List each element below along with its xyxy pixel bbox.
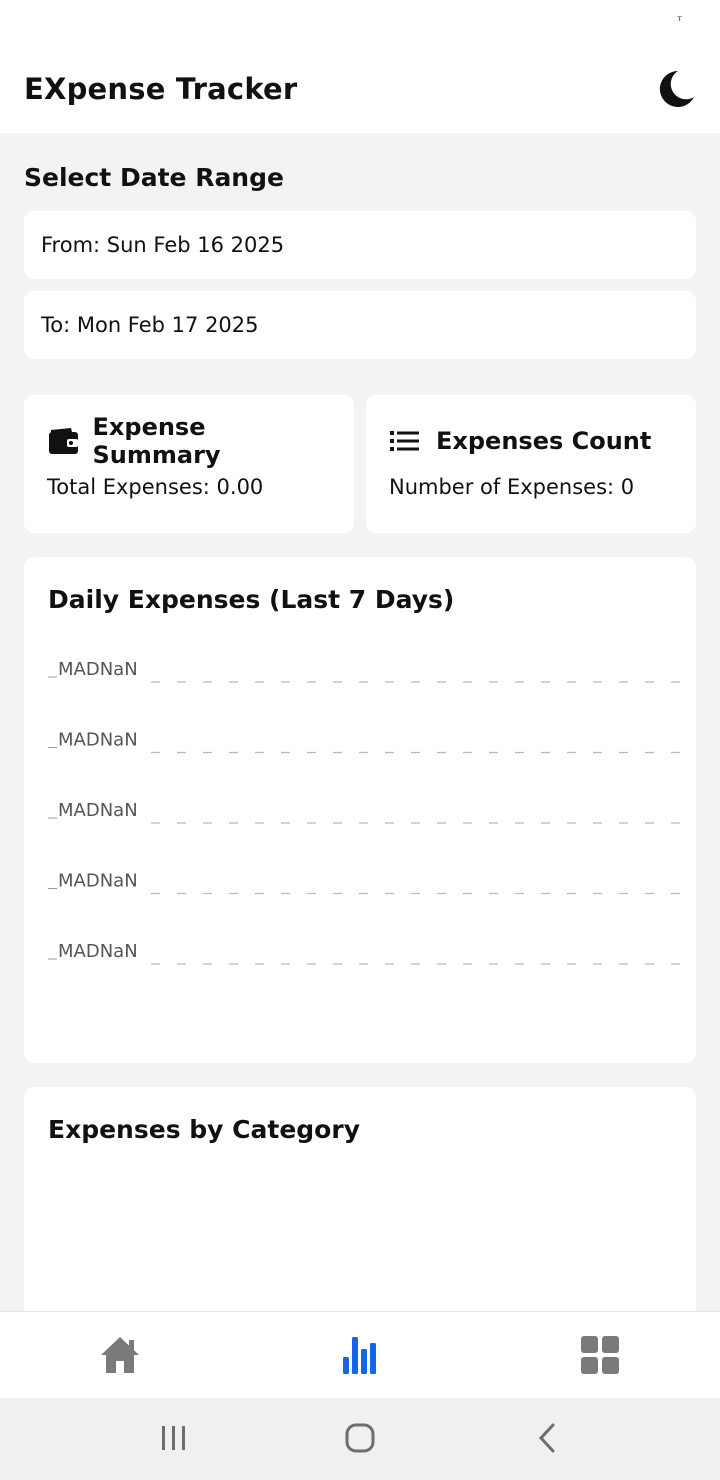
- nav-home[interactable]: [60, 1325, 180, 1385]
- expenses-count-title: Expenses Count: [436, 427, 652, 455]
- date-range-title: Select Date Range: [24, 163, 284, 192]
- home-circle-icon: [345, 1423, 375, 1453]
- recents-icon: [162, 1426, 185, 1450]
- nav-stats[interactable]: [300, 1325, 420, 1385]
- grid-icon: [581, 1336, 619, 1374]
- status-bar: ᵀ: [0, 0, 720, 44]
- theme-toggle-button[interactable]: [656, 69, 696, 109]
- category-title: Expenses by Category: [48, 1115, 360, 1144]
- category-card: Expenses by Category: [24, 1087, 696, 1317]
- y-tick-label: MADNaN: [58, 730, 138, 751]
- expense-summary-card: Expense Summary Total Expenses: 0.00: [24, 395, 354, 533]
- recents-button[interactable]: [152, 1418, 196, 1458]
- bar-chart-icon: [343, 1337, 376, 1374]
- to-date-field[interactable]: To: Mon Feb 17 2025: [24, 291, 696, 359]
- y-tick-label: MADNaN: [58, 659, 138, 680]
- main-content: Select Date Range From: Sun Feb 16 2025 …: [24, 133, 696, 1317]
- wallet-icon: [47, 426, 80, 456]
- expenses-count-card: Expenses Count Number of Expenses: 0: [366, 395, 696, 533]
- back-button[interactable]: [526, 1418, 570, 1458]
- y-tick-label: MADNaN: [58, 800, 138, 821]
- expense-summary-title: Expense Summary: [92, 413, 221, 469]
- daily-expenses-chart: MADNaN MADNaN MADNaN MADNaN MADNaN: [48, 659, 696, 965]
- app-title: EXpense Tracker: [24, 71, 298, 106]
- from-date-field[interactable]: From: Sun Feb 16 2025: [24, 211, 696, 279]
- y-tick-label: MADNaN: [58, 871, 138, 892]
- system-nav-bar: [0, 1398, 720, 1480]
- number-of-expenses-text: Number of Expenses: 0: [389, 475, 635, 499]
- nav-grid[interactable]: [540, 1325, 660, 1385]
- summary-row: Expense Summary Total Expenses: 0.00 Exp…: [24, 395, 696, 533]
- list-icon: [389, 426, 423, 456]
- home-icon: [101, 1337, 139, 1373]
- app-header: EXpense Tracker: [0, 44, 720, 133]
- back-icon: [538, 1423, 555, 1453]
- total-expenses-text: Total Expenses: 0.00: [47, 475, 264, 499]
- daily-expenses-card: Daily Expenses (Last 7 Days) MADNaN MADNa…: [24, 557, 696, 1063]
- home-system-button[interactable]: [338, 1418, 382, 1458]
- bottom-nav: [0, 1311, 720, 1398]
- y-tick-label: MADNaN: [58, 941, 138, 962]
- moon-icon: [659, 70, 694, 107]
- status-indicator: ᵀ: [677, 14, 682, 28]
